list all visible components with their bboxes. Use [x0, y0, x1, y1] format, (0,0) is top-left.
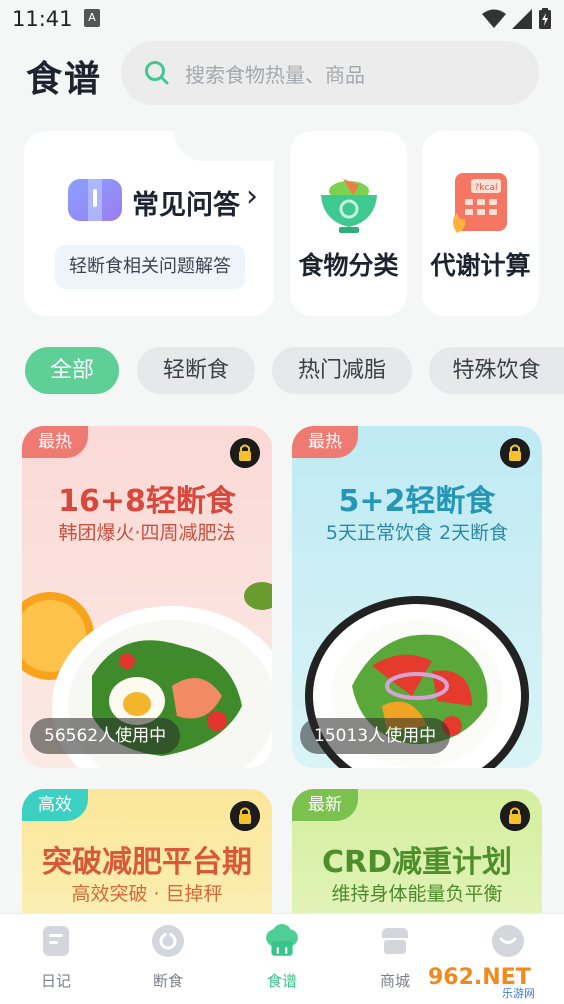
metabolism-card[interactable]: ?kcal 代谢计算	[422, 131, 539, 316]
svg-text:?kcal: ?kcal	[475, 183, 498, 193]
faq-card[interactable]: 常见问答 › 轻断食相关问题解答	[24, 131, 274, 316]
tag-new: 最新	[292, 789, 358, 821]
search-placeholder: 搜索食物热量、商品	[185, 62, 365, 87]
kcal-calculator-icon: ?kcal	[453, 173, 507, 233]
recipe-subtitle: 韩团爆火·四周减肥法	[58, 522, 236, 544]
food-category-label: 食物分类	[298, 251, 399, 280]
recipe-title: CRD减重计划	[321, 845, 513, 880]
tab-fasting[interactable]: 断食	[128, 924, 208, 991]
lock-icon	[230, 801, 260, 831]
usage-count-badge: 15013人使用中	[300, 718, 451, 754]
search-icon	[145, 61, 169, 85]
shop-icon	[382, 928, 408, 954]
recipe-card-5-2[interactable]: 最热 5+2轻断食 5天正常饮食 2天断食 15013人使用中	[292, 426, 542, 768]
status-bar: 11:41 A	[0, 0, 564, 38]
tab-diary[interactable]: 日记	[16, 924, 96, 991]
tag-hot: 最热	[22, 426, 88, 458]
food-category-card[interactable]: 食物分类	[290, 131, 407, 316]
salad-bowl-icon	[321, 179, 377, 233]
chef-hat-icon	[266, 924, 298, 956]
recipe-title: 突破减肥平台期	[42, 845, 252, 880]
fasting-icon	[152, 925, 184, 957]
chip-all[interactable]: 全部	[25, 347, 119, 394]
recipe-subtitle: 高效突破 · 巨掉秤	[71, 883, 223, 905]
recipe-title: 16+8轻断食	[58, 484, 236, 519]
lock-icon	[230, 438, 260, 468]
book-icon	[68, 179, 122, 221]
recipe-subtitle: 5天正常饮食 2天断食	[325, 522, 509, 544]
svg-text:乐游网: 乐游网	[502, 987, 535, 1000]
chip-light-fasting[interactable]: 轻断食	[137, 347, 255, 394]
tab-recipes[interactable]: 食谱	[242, 924, 322, 991]
tab-label: 食谱	[266, 972, 297, 990]
faq-subtitle: 轻断食相关问题解答	[55, 245, 245, 289]
wifi-icon	[482, 9, 506, 28]
page-title: 食谱	[26, 59, 103, 100]
search-bar[interactable]: 搜索食物热量、商品	[121, 41, 539, 105]
tag-hot: 最热	[292, 426, 358, 458]
card-notch	[174, 131, 274, 161]
diary-icon	[43, 926, 69, 956]
recipe-title: 5+2轻断食	[338, 484, 496, 519]
recipe-card-16-8[interactable]: 最热 16+8轻断食 韩团爆火·四周减肥法 56562人使用中	[22, 426, 272, 768]
chip-hot-fat-loss[interactable]: 热门减脂	[272, 347, 412, 394]
lock-icon	[500, 438, 530, 468]
chip-special-diet[interactable]: 特殊饮食	[429, 347, 564, 394]
profile-icon	[492, 925, 524, 957]
signal-icon	[512, 9, 532, 29]
recipe-subtitle: 维持身体能量负平衡	[331, 883, 503, 905]
battery-icon	[539, 8, 551, 29]
system-icons	[482, 8, 552, 30]
metabolism-label: 代谢计算	[430, 251, 531, 280]
chevron-right-icon: ›	[246, 179, 258, 214]
usage-count-badge: 56562人使用中	[30, 718, 181, 754]
lock-icon	[500, 801, 530, 831]
tab-label: 日记	[40, 972, 71, 990]
tab-label: 断食	[152, 972, 183, 990]
site-watermark-logo: 962.NET 乐游网	[422, 960, 558, 1000]
status-time: 11:41	[12, 7, 73, 31]
faq-title: 常见问答	[132, 190, 240, 221]
notification-a-icon: A	[84, 9, 100, 27]
tag-efficient: 高效	[22, 789, 88, 821]
